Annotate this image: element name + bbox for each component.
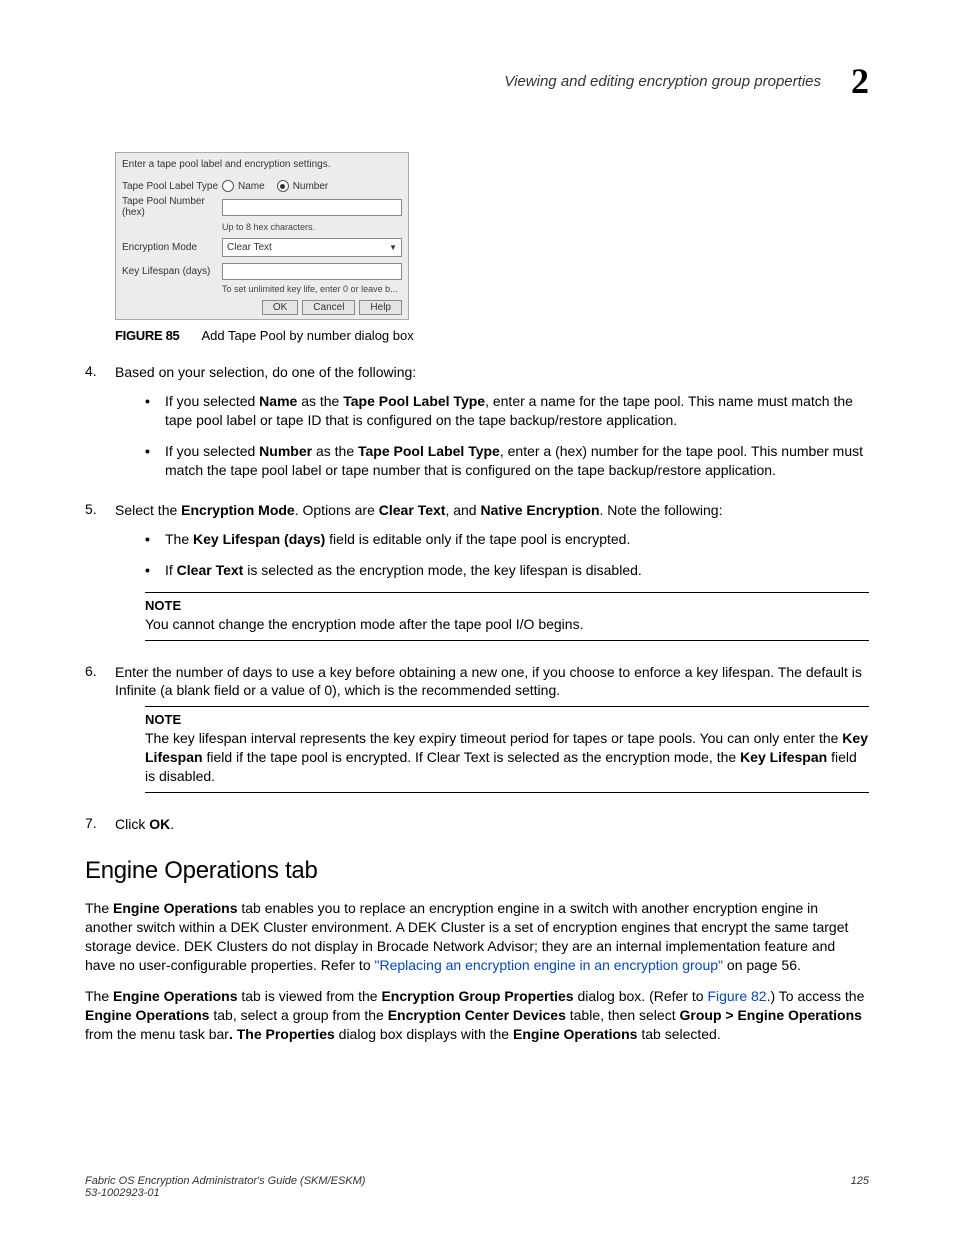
figure-caption-text: Add Tape Pool by number dialog box bbox=[201, 328, 413, 343]
page-header: Viewing and editing encryption group pro… bbox=[85, 60, 869, 102]
ok-button[interactable]: OK bbox=[262, 300, 298, 315]
xref-link[interactable]: Figure 82 bbox=[707, 988, 766, 1004]
bullet-icon: • bbox=[145, 530, 165, 549]
step-number: 4. bbox=[85, 363, 115, 491]
dialog-instruction: Enter a tape pool label and encryption s… bbox=[122, 159, 402, 170]
section-para-2: The Engine Operations tab is viewed from… bbox=[85, 987, 869, 1044]
step-4-bullet-2: • If you selected Number as the Tape Poo… bbox=[145, 442, 869, 480]
step-number: 5. bbox=[85, 501, 115, 652]
header-title: Viewing and editing encryption group pro… bbox=[504, 73, 821, 90]
figure-85: Enter a tape pool label and encryption s… bbox=[115, 152, 869, 343]
note-label: NOTE bbox=[145, 711, 869, 729]
step-5-bullet-1: • The Key Lifespan (days) field is edita… bbox=[145, 530, 869, 549]
step-7: 7. Click OK. bbox=[85, 815, 869, 834]
encryption-mode-select[interactable]: Clear Text ▼ bbox=[222, 238, 402, 257]
figure-number: FIGURE 85 bbox=[115, 328, 179, 343]
step-number: 7. bbox=[85, 815, 115, 834]
pool-number-hint: Up to 8 hex characters. bbox=[222, 222, 402, 232]
key-lifespan-label: Key Lifespan (days) bbox=[122, 266, 222, 277]
note-label: NOTE bbox=[145, 597, 869, 615]
step-number: 6. bbox=[85, 663, 115, 805]
figure-caption: FIGURE 85 Add Tape Pool by number dialog … bbox=[115, 328, 869, 343]
page-number: 125 bbox=[851, 1175, 869, 1199]
key-lifespan-hint: To set unlimited key life, enter 0 or le… bbox=[222, 284, 402, 294]
bullet-icon: • bbox=[145, 442, 165, 480]
step-4-bullet-1: • If you selected Name as the Tape Pool … bbox=[145, 392, 869, 430]
bullet-icon: • bbox=[145, 392, 165, 430]
key-lifespan-input[interactable] bbox=[222, 263, 402, 280]
bullet-icon: • bbox=[145, 561, 165, 580]
encryption-mode-value: Clear Text bbox=[227, 242, 272, 253]
note-block: NOTE The key lifespan interval represent… bbox=[145, 706, 869, 792]
radio-number[interactable]: Number bbox=[277, 180, 329, 192]
radio-name[interactable]: Name bbox=[222, 180, 265, 192]
add-tape-pool-dialog: Enter a tape pool label and encryption s… bbox=[115, 152, 409, 320]
step-6: 6. Enter the number of days to use a key… bbox=[85, 663, 869, 805]
pool-number-input[interactable] bbox=[222, 199, 402, 216]
step-4: 4. Based on your selection, do one of th… bbox=[85, 363, 869, 491]
label-type-label: Tape Pool Label Type bbox=[122, 181, 222, 192]
radio-name-label: Name bbox=[238, 181, 265, 192]
step-4-intro: Based on your selection, do one of the f… bbox=[115, 364, 416, 380]
note-text: You cannot change the encryption mode af… bbox=[145, 615, 869, 634]
footer-doc-title: Fabric OS Encryption Administrator's Gui… bbox=[85, 1175, 365, 1187]
chevron-down-icon: ▼ bbox=[389, 243, 397, 252]
step-6-text: Enter the number of days to use a key be… bbox=[115, 663, 869, 701]
chapter-number: 2 bbox=[851, 60, 869, 102]
note-text: The key lifespan interval represents the… bbox=[145, 729, 869, 786]
section-para-1: The Engine Operations tab enables you to… bbox=[85, 899, 869, 975]
radio-icon bbox=[277, 180, 289, 192]
page-footer: Fabric OS Encryption Administrator's Gui… bbox=[85, 1175, 869, 1199]
xref-link[interactable]: "Replacing an encryption engine in an en… bbox=[375, 957, 724, 973]
cancel-button[interactable]: Cancel bbox=[302, 300, 355, 315]
radio-icon bbox=[222, 180, 234, 192]
step-5: 5. Select the Encryption Mode. Options a… bbox=[85, 501, 869, 652]
note-block: NOTE You cannot change the encryption mo… bbox=[145, 592, 869, 640]
pool-number-label: Tape Pool Number (hex) bbox=[122, 196, 222, 218]
section-heading: Engine Operations tab bbox=[85, 857, 869, 885]
help-button[interactable]: Help bbox=[359, 300, 402, 315]
footer-doc-id: 53-1002923-01 bbox=[85, 1187, 365, 1199]
step-5-bullet-2: • If Clear Text is selected as the encry… bbox=[145, 561, 869, 580]
radio-number-label: Number bbox=[293, 181, 329, 192]
encryption-mode-label: Encryption Mode bbox=[122, 242, 222, 253]
